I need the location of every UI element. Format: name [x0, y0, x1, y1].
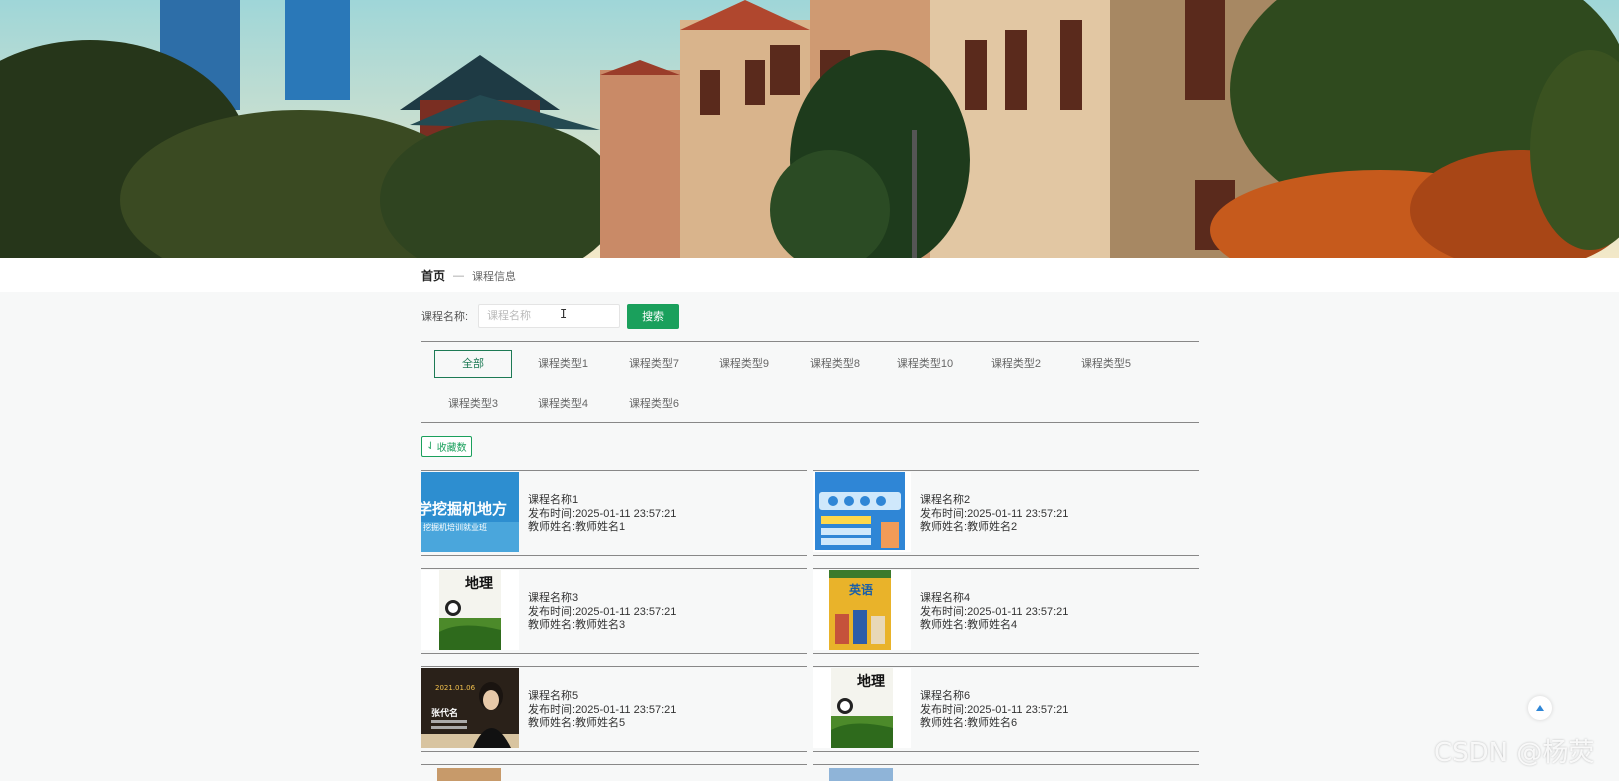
- watermark: CSDN @杨荧: [1434, 738, 1595, 768]
- breadcrumb-current: 课程信息: [472, 270, 517, 283]
- course-thumbnail: 地理: [813, 668, 911, 748]
- course-card-partial[interactable]: [813, 764, 1199, 781]
- category-item[interactable]: 课程类型7: [615, 350, 693, 378]
- back-to-top-button[interactable]: [1528, 696, 1552, 720]
- course-info: 课程名称5 发布时间:2025-01-11 23:57:21 教师姓名:教师姓名…: [528, 690, 677, 729]
- breadcrumb: 首页 — 课程信息: [421, 267, 516, 284]
- course-thumbnail: [829, 768, 893, 781]
- course-card[interactable]: 课程名称2 发布时间:2025-01-11 23:57:21 教师姓名:教师姓名…: [813, 470, 1199, 556]
- course-info: 课程名称6 发布时间:2025-01-11 23:57:21 教师姓名:教师姓名…: [920, 690, 1069, 729]
- course-name: 课程名称3: [528, 592, 579, 604]
- course-name: 课程名称5: [528, 690, 579, 702]
- banner-image: [0, 0, 1619, 258]
- category-item[interactable]: 课程类型4: [524, 390, 602, 418]
- breadcrumb-bar: [0, 258, 1619, 292]
- course-card[interactable]: 地理 课程名称6 发布时间:2025-01-11 23:57:21 教师姓名:教…: [813, 666, 1199, 752]
- category-item[interactable]: 课程类型10: [886, 350, 964, 378]
- course-info: 课程名称2 发布时间:2025-01-11 23:57:21 教师姓名:教师姓名…: [920, 494, 1069, 533]
- publish-time: 2025-01-11 23:57:21: [967, 507, 1069, 520]
- caret-up-icon: [1536, 705, 1544, 711]
- teacher-name: 教师姓名4: [967, 619, 1018, 631]
- course-thumbnail: 学挖掘机地方 挖掘机培训就业班: [421, 472, 519, 552]
- teacher-name: 教师姓名1: [575, 521, 626, 533]
- category-item[interactable]: 课程类型9: [705, 350, 783, 378]
- category-item[interactable]: 课程类型6: [615, 390, 693, 418]
- course-name: 课程名称6: [920, 690, 971, 702]
- publish-time: 2025-01-11 23:57:21: [575, 605, 677, 618]
- thumbnail-subtext: 挖掘机培训就业班: [423, 522, 487, 532]
- thumbnail-text: 英语: [849, 582, 873, 597]
- teacher-name: 教师姓名2: [967, 521, 1018, 533]
- search-input[interactable]: [478, 304, 621, 328]
- breadcrumb-home[interactable]: 首页: [421, 267, 445, 284]
- teacher-name: 教师姓名3: [575, 619, 626, 631]
- breadcrumb-separator: —: [453, 269, 465, 282]
- course-card[interactable]: 英语 课程名称4 发布时间:2025-01-11 23:57:21 教师姓名:教…: [813, 568, 1199, 654]
- thumbnail-text: 地理: [465, 575, 493, 592]
- category-filter: 全部 课程类型1 课程类型7 课程类型9 课程类型8 课程类型10 课程类型2 …: [421, 341, 1199, 423]
- category-item[interactable]: 课程类型1: [524, 350, 602, 378]
- publish-time: 2025-01-11 23:57:21: [967, 703, 1069, 716]
- course-card[interactable]: 学挖掘机地方 挖掘机培训就业班 课程名称1 发布时间:2025-01-11 23…: [421, 470, 807, 556]
- teacher-name: 教师姓名5: [575, 717, 626, 729]
- thumbnail-text: 地理: [857, 673, 885, 690]
- search-label: 课程名称:: [421, 311, 469, 323]
- teacher-name: 教师姓名6: [967, 717, 1018, 729]
- course-thumbnail: [437, 768, 501, 781]
- category-item[interactable]: 课程类型5: [1067, 350, 1145, 378]
- course-card-partial[interactable]: [421, 764, 807, 781]
- course-thumbnail: 地理: [421, 570, 519, 650]
- course-card[interactable]: 2021.01.06 张代名 课程名称5 发布时间:2025-01-11 23:…: [421, 666, 807, 752]
- course-card[interactable]: 地理 课程名称3 发布时间:2025-01-11 23:57:21 教师姓名:教…: [421, 568, 807, 654]
- thumbnail-subtext: 2021.01.06: [435, 684, 476, 692]
- course-info: 课程名称3 发布时间:2025-01-11 23:57:21 教师姓名:教师姓名…: [528, 592, 677, 631]
- course-info: 课程名称4 发布时间:2025-01-11 23:57:21 教师姓名:教师姓名…: [920, 592, 1069, 631]
- category-item[interactable]: 课程类型2: [977, 350, 1055, 378]
- course-thumbnail: 英语: [813, 570, 911, 650]
- publish-time: 2025-01-11 23:57:21: [575, 703, 677, 716]
- course-info: 课程名称1 发布时间:2025-01-11 23:57:21 教师姓名:教师姓名…: [528, 494, 677, 533]
- course-name: 课程名称1: [528, 494, 579, 506]
- course-thumbnail: [813, 472, 911, 552]
- course-name: 课程名称4: [920, 592, 971, 604]
- text-cursor-icon: I: [560, 307, 568, 321]
- favorite-count-button[interactable]: ⇃ 收藏数: [421, 436, 472, 457]
- category-all[interactable]: 全部: [434, 350, 512, 378]
- course-name: 课程名称2: [920, 494, 971, 506]
- course-thumbnail: 2021.01.06 张代名: [421, 668, 519, 748]
- publish-time: 2025-01-11 23:57:21: [575, 507, 677, 520]
- publish-time: 2025-01-11 23:57:21: [967, 605, 1069, 618]
- category-item[interactable]: 课程类型3: [434, 390, 512, 418]
- favorite-count-label: 收藏数: [436, 443, 467, 454]
- thumbnail-text: 张代名: [431, 707, 458, 719]
- search-button[interactable]: 搜索: [627, 303, 680, 329]
- sort-icon: ⇃: [426, 441, 435, 452]
- category-item[interactable]: 课程类型8: [796, 350, 874, 378]
- thumbnail-text: 学挖掘机地方: [421, 500, 507, 518]
- search-row: 课程名称: 搜索: [421, 303, 680, 329]
